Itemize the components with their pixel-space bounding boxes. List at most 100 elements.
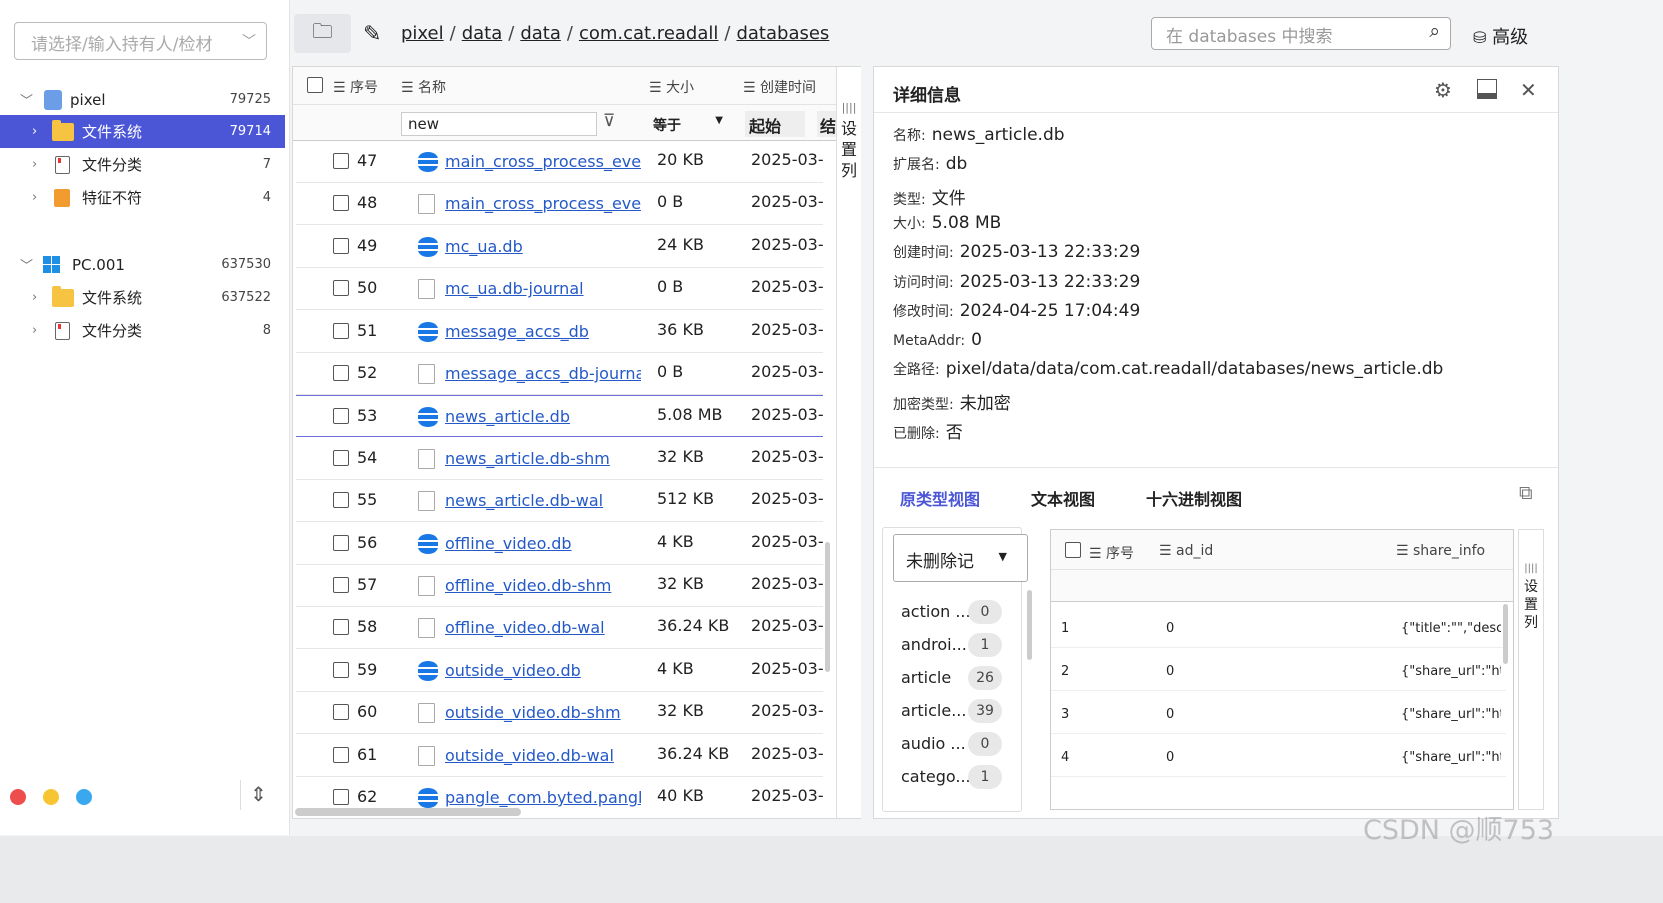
table-item[interactable]: action ... 0 xyxy=(883,598,1023,628)
grid-row[interactable]: 3 0 {"share_url":"htt xyxy=(1051,691,1506,734)
chevron-right-icon[interactable]: › xyxy=(32,157,52,172)
row-checkbox[interactable] xyxy=(333,534,349,551)
chevron-right-icon[interactable]: › xyxy=(32,290,52,305)
row-checkbox[interactable] xyxy=(333,704,349,721)
grid-col-shareinfo[interactable]: ☰ share_info xyxy=(1396,543,1485,559)
file-name-link[interactable]: message_accs_db xyxy=(445,322,641,341)
vertical-scrollbar[interactable] xyxy=(825,542,830,672)
file-row[interactable]: 49 mc_ua.db 24 KB 2025-03-13 xyxy=(296,226,823,268)
tree-item-pc001[interactable]: ﹀ PC.001 637530 xyxy=(0,248,285,281)
column-name[interactable]: ☰ 名称 xyxy=(401,77,446,97)
external-open-icon[interactable]: ⧉ xyxy=(1519,482,1533,504)
file-row[interactable]: 62 pangle_com.byted.pangle_l 40 KB 2025-03-… xyxy=(296,777,823,808)
table-item[interactable]: catego... 1 xyxy=(883,763,1023,793)
file-name-link[interactable]: outside_video.db-wal xyxy=(445,746,641,765)
row-checkbox[interactable] xyxy=(333,661,349,678)
tab-raw-view[interactable]: 原类型视图 xyxy=(900,486,980,510)
size-operator-select[interactable]: 等于 ▼ xyxy=(645,112,729,136)
file-name-link[interactable]: news_article.db-wal xyxy=(445,491,641,510)
table-list-scrollbar[interactable] xyxy=(1027,590,1032,660)
tree-item-file-category[interactable]: › 文件分类 7 xyxy=(0,148,285,181)
column-ctime[interactable]: ☰ 创建时间 xyxy=(743,77,816,97)
crumb-pixel[interactable]: pixel xyxy=(401,23,444,44)
file-row[interactable]: 48 main_cross_process_event.db-journal 0 B… xyxy=(296,183,823,226)
row-checkbox[interactable] xyxy=(333,789,349,805)
grid-settings-button[interactable]: |||| 设 置 列 xyxy=(1518,529,1544,810)
evidence-picker[interactable]: 请选择/输入持有人/检材 ﹀ xyxy=(14,22,267,60)
file-row[interactable]: 59 outside_video.db 4 KB 2025-03-13 xyxy=(296,650,823,692)
crumb-data-2[interactable]: data xyxy=(520,23,561,44)
edit-icon[interactable]: ✎ xyxy=(363,22,381,47)
file-name-link[interactable]: outside_video.db-shm xyxy=(445,703,641,722)
column-size[interactable]: ☰ 大小 xyxy=(649,77,694,97)
search-input[interactable]: 在 databases 中搜索 ⌕ xyxy=(1151,17,1451,50)
row-checkbox[interactable] xyxy=(333,408,349,425)
tree-item-filesystem[interactable]: › 文件系统 79714 xyxy=(0,115,285,148)
grid-col-index[interactable]: ☰ 序号 xyxy=(1089,543,1134,563)
row-checkbox[interactable] xyxy=(333,237,349,254)
file-name-link[interactable]: message_accs_db-journal xyxy=(445,364,641,383)
expand-down-icon[interactable]: ﹀ xyxy=(20,255,40,274)
tab-hex-view[interactable]: 十六进制视图 xyxy=(1146,486,1242,510)
file-row[interactable]: 47 main_cross_process_event.db 20 KB 2025-0… xyxy=(296,141,823,183)
row-checkbox[interactable] xyxy=(333,322,349,339)
crumb-package[interactable]: com.cat.readall xyxy=(579,23,718,44)
tree-item-pixel[interactable]: ﹀ pixel 79725 xyxy=(0,83,285,116)
file-row[interactable]: 52 message_accs_db-journal 0 B 2025-03-13 xyxy=(296,353,823,395)
file-name-link[interactable]: news_article.db xyxy=(445,407,641,426)
crumb-data[interactable]: data xyxy=(462,23,503,44)
row-checkbox[interactable] xyxy=(333,153,349,169)
file-row[interactable]: 50 mc_ua.db-journal 0 B 2025-03-13 xyxy=(296,268,823,311)
row-checkbox[interactable] xyxy=(333,492,349,509)
select-all-checkbox[interactable] xyxy=(307,77,323,93)
row-checkbox[interactable] xyxy=(333,365,349,381)
minimize-panel-icon[interactable] xyxy=(1477,79,1497,99)
close-icon[interactable]: ✕ xyxy=(1520,78,1537,102)
table-item[interactable]: article... 39 xyxy=(883,697,1023,727)
record-status-select[interactable]: 未删除记 ▼ xyxy=(893,534,1028,582)
row-checkbox[interactable] xyxy=(333,619,349,636)
grid-row[interactable]: 1 0 {"title":"","descri xyxy=(1051,605,1506,648)
chevron-right-icon[interactable]: › xyxy=(32,124,52,139)
file-row[interactable]: 55 news_article.db-wal 512 KB 2025-03-13 xyxy=(296,480,823,523)
table-item[interactable]: article 26 xyxy=(883,664,1023,694)
name-filter-input[interactable]: new xyxy=(401,112,597,136)
tree-item-mismatch[interactable]: › 特征不符 4 xyxy=(0,181,285,214)
column-index[interactable]: ☰ 序号 xyxy=(333,77,378,97)
file-name-link[interactable]: outside_video.db xyxy=(445,661,641,680)
start-date-input[interactable]: 起始 xyxy=(745,111,805,137)
advanced-search-button[interactable]: ⛁ 高级 xyxy=(1473,23,1528,49)
chevron-right-icon[interactable]: › xyxy=(32,323,52,338)
row-checkbox[interactable] xyxy=(333,746,349,763)
folder-button[interactable]: 🗀 xyxy=(294,14,351,53)
blue-dot[interactable] xyxy=(76,789,92,805)
yellow-dot[interactable] xyxy=(43,789,59,805)
file-name-link[interactable]: offline_video.db xyxy=(445,534,641,553)
column-settings-button[interactable]: |||| 设 置 列 xyxy=(836,67,861,818)
grid-select-all[interactable] xyxy=(1065,542,1081,558)
grid-scrollbar[interactable] xyxy=(1503,604,1508,664)
search-icon[interactable]: ⌕ xyxy=(1429,20,1440,42)
grid-row[interactable]: 4 0 {"share_url":"htt xyxy=(1051,734,1506,777)
file-row[interactable]: 56 offline_video.db 4 KB 2025-03-13 xyxy=(296,523,823,565)
tree-item-pc-file-category[interactable]: › 文件分类 8 xyxy=(0,314,285,347)
horizontal-scrollbar[interactable] xyxy=(295,808,521,816)
file-name-link[interactable]: news_article.db-shm xyxy=(445,449,641,468)
file-name-link[interactable]: mc_ua.db xyxy=(445,237,641,256)
file-row[interactable]: 58 offline_video.db-wal 36.24 KB 2025-03-13 xyxy=(296,607,823,650)
file-row[interactable]: 60 outside_video.db-shm 32 KB 2025-03-13 xyxy=(296,692,823,735)
table-item[interactable]: audio ... 0 xyxy=(883,730,1023,760)
red-dot[interactable] xyxy=(10,789,26,805)
file-name-link[interactable]: offline_video.db-wal xyxy=(445,618,641,637)
file-row[interactable]: 53 news_article.db 5.08 MB 2025-03-13 xyxy=(296,395,823,438)
crumb-databases[interactable]: databases xyxy=(736,23,829,44)
file-row[interactable]: 51 message_accs_db 36 KB 2025-03-13 xyxy=(296,311,823,353)
gear-icon[interactable]: ⚙ xyxy=(1434,78,1452,102)
filter-icon[interactable]: ⊽ xyxy=(603,111,615,131)
file-name-link[interactable]: pangle_com.byted.pangle_l xyxy=(445,788,641,807)
file-name-link[interactable]: main_cross_process_event.db-journal xyxy=(445,194,641,213)
row-checkbox[interactable] xyxy=(333,449,349,466)
row-checkbox[interactable] xyxy=(333,577,349,593)
tab-text-view[interactable]: 文本视图 xyxy=(1031,486,1095,510)
file-name-link[interactable]: offline_video.db-shm xyxy=(445,576,641,595)
